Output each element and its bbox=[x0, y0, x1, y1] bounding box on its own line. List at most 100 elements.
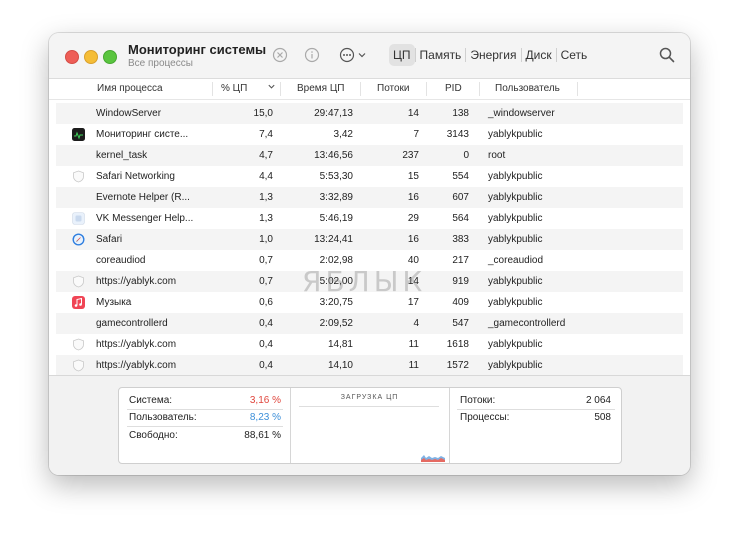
search-icon[interactable] bbox=[659, 47, 675, 63]
cpu-time: 3:32,89 bbox=[319, 192, 353, 203]
cpu-time: 29:47,13 bbox=[314, 108, 353, 119]
process-name: kernel_task bbox=[96, 150, 148, 161]
info-icon[interactable] bbox=[304, 47, 320, 63]
stop-process-icon[interactable] bbox=[272, 47, 288, 63]
pid: 0 bbox=[463, 150, 469, 161]
threads-value: 2 064 bbox=[585, 395, 611, 406]
toolbar: Мониторинг системы Все процессы ЦП Памят… bbox=[49, 33, 690, 79]
cpu-percent: 0,4 bbox=[259, 360, 273, 371]
idle-value: 88,61 % bbox=[244, 430, 281, 441]
cpu-percent: 1,3 bbox=[259, 213, 273, 224]
table-header: Имя процесса % ЦП Время ЦП Потоки PID По… bbox=[49, 79, 690, 100]
processes-value: 508 bbox=[594, 412, 611, 423]
process-name: Музыка bbox=[96, 297, 132, 308]
user-name: yablykpublic bbox=[488, 360, 543, 371]
column-cpu-time[interactable]: Время ЦП bbox=[297, 83, 344, 94]
column-threads[interactable]: Потоки bbox=[377, 83, 410, 94]
summary-panel: Система: 3,16 % Пользователь: 8,23 % Сво… bbox=[49, 375, 690, 475]
threads-label: Потоки: bbox=[460, 395, 496, 406]
window-subtitle[interactable]: Все процессы bbox=[128, 58, 193, 69]
cpu-time: 5:53,30 bbox=[319, 171, 353, 182]
user-name: yablykpublic bbox=[488, 276, 543, 287]
divider bbox=[457, 409, 615, 410]
table-row[interactable]: kernel_task 4,7 13:46,56 237 0 root bbox=[56, 145, 683, 166]
cpu-time: 2:09,52 bbox=[319, 318, 353, 329]
threads-count: 11 bbox=[408, 360, 419, 371]
table-row[interactable]: Evernote Helper (R... 1,3 3:32,89 16 607 yabl… bbox=[56, 187, 683, 208]
cpu-percent: 0,4 bbox=[259, 318, 273, 329]
process-name: gamecontrollerd bbox=[96, 318, 168, 329]
column-cpu-percent[interactable]: % ЦП bbox=[221, 83, 247, 94]
more-actions-icon[interactable] bbox=[339, 47, 369, 63]
table-row[interactable]: WindowServer 15,0 29:47,13 14 138 _windowserv… bbox=[56, 103, 683, 124]
table-row[interactable]: Safari Networking 4,4 5:53,30 15 554 yablykpu… bbox=[56, 166, 683, 187]
column-process-name[interactable]: Имя процесса bbox=[97, 83, 163, 94]
column-divider bbox=[426, 82, 427, 96]
tab-cpu[interactable]: ЦП bbox=[389, 44, 415, 66]
window-title: Мониторинг системы bbox=[128, 42, 267, 57]
table-row[interactable]: Мониторинг систе... 7,4 3,42 7 3143 yablykpub… bbox=[56, 124, 683, 145]
shield-icon bbox=[72, 338, 85, 351]
app-icon bbox=[72, 212, 85, 225]
cpu-summary-box: Система: 3,16 % Пользователь: 8,23 % Сво… bbox=[118, 387, 622, 464]
cpu-time: 13:46,56 bbox=[314, 150, 353, 161]
column-divider bbox=[212, 82, 213, 96]
tab-energy[interactable]: Энергия bbox=[466, 44, 520, 66]
system-value: 3,16 % bbox=[249, 395, 281, 406]
user-name: yablykpublic bbox=[488, 171, 543, 182]
cpu-time: 5:46,19 bbox=[319, 213, 353, 224]
threads-count: 7 bbox=[413, 129, 419, 140]
zoom-button[interactable] bbox=[103, 50, 117, 64]
process-list: WindowServer 15,0 29:47,13 14 138 _windowserv… bbox=[49, 101, 690, 375]
cpu-percent: 0,4 bbox=[259, 339, 273, 350]
threads-count: 15 bbox=[407, 171, 419, 182]
close-button[interactable] bbox=[65, 50, 79, 64]
pid: 383 bbox=[452, 234, 469, 245]
user-value: 8,23 % bbox=[249, 412, 281, 423]
column-divider bbox=[280, 82, 281, 96]
safari-icon bbox=[72, 233, 85, 246]
pid: 554 bbox=[452, 171, 469, 182]
cpu-percent: 7,4 bbox=[259, 129, 273, 140]
process-name: Evernote Helper (R... bbox=[96, 192, 190, 203]
process-name: WindowServer bbox=[96, 108, 162, 119]
shield-icon bbox=[72, 359, 85, 372]
cpu-load-sparkline bbox=[421, 455, 445, 462]
cpu-time: 3:20,75 bbox=[319, 297, 353, 308]
threads-count: 14 bbox=[407, 108, 419, 119]
process-name: https://yablyk.com bbox=[96, 339, 177, 350]
user-name: _gamecontrollerd bbox=[488, 318, 566, 329]
pid: 138 bbox=[452, 108, 469, 119]
column-user[interactable]: Пользователь bbox=[495, 83, 560, 94]
pid: 1618 bbox=[446, 339, 469, 350]
column-divider bbox=[577, 82, 578, 96]
minimize-button[interactable] bbox=[84, 50, 98, 64]
table-row[interactable]: https://yablyk.com 0,4 14,10 11 1572 yablykpu… bbox=[56, 355, 683, 375]
divider bbox=[299, 406, 439, 407]
cpu-percent: 0,7 bbox=[259, 255, 273, 266]
tab-memory[interactable]: Память bbox=[416, 44, 466, 66]
graph-title: ЗАГРУЗКА ЦП bbox=[340, 394, 399, 401]
column-pid[interactable]: PID bbox=[445, 83, 462, 94]
shield-icon bbox=[72, 170, 85, 183]
tab-network[interactable]: Сеть bbox=[557, 44, 592, 66]
cpu-percent: 15,0 bbox=[253, 108, 273, 119]
cpu-percent: 4,4 bbox=[259, 171, 273, 182]
threads-count: 17 bbox=[407, 297, 419, 308]
sort-chevron-down-icon bbox=[267, 82, 276, 94]
user-label: Пользователь: bbox=[129, 412, 197, 423]
user-name: yablykpublic bbox=[488, 192, 543, 203]
column-divider bbox=[479, 82, 480, 96]
table-row[interactable]: Safari 1,0 13:24,41 16 383 yablykpublic bbox=[56, 229, 683, 250]
table-row[interactable]: VK Messenger Help... 1,3 5:46,19 29 564 yably… bbox=[56, 208, 683, 229]
pid: 1572 bbox=[446, 360, 469, 371]
tab-disk[interactable]: Диск bbox=[522, 44, 556, 66]
table-row[interactable]: https://yablyk.com 0,4 14,81 11 1618 yablykpu… bbox=[56, 334, 683, 355]
pid: 919 bbox=[452, 276, 469, 287]
activity-monitor-window: Мониторинг системы Все процессы ЦП Памят… bbox=[49, 33, 690, 475]
table-row[interactable]: gamecontrollerd 0,4 2:09,52 4 547 _gamecontro… bbox=[56, 313, 683, 334]
threads-count: 29 bbox=[407, 213, 419, 224]
cpu-time: 13:24,41 bbox=[314, 234, 353, 245]
pid: 547 bbox=[452, 318, 469, 329]
pid: 217 bbox=[452, 255, 469, 266]
